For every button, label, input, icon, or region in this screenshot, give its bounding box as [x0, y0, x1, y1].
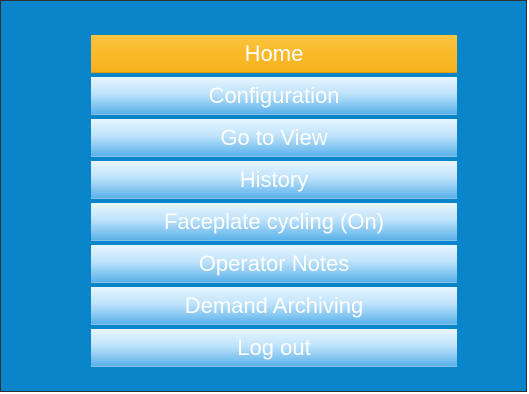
menu-item-faceplate-cycling[interactable]: Faceplate cycling (On): [91, 203, 457, 241]
menu-item-demand-archiving[interactable]: Demand Archiving: [91, 287, 457, 325]
menu-item-label: Faceplate cycling (On): [163, 208, 385, 234]
menu-item-label: Home: [244, 40, 304, 66]
menu-item-operator-notes[interactable]: Operator Notes: [91, 245, 457, 283]
menu-item-configuration[interactable]: Configuration: [91, 77, 457, 115]
menu-item-label: Configuration: [208, 82, 340, 108]
menu-item-home[interactable]: Home: [91, 35, 457, 73]
menu-item-label: History: [239, 166, 309, 192]
menu-item-label: Demand Archiving: [184, 292, 364, 318]
main-screen: Home Configuration Go to View History Fa…: [0, 0, 527, 392]
menu-item-log-out[interactable]: Log out: [91, 329, 457, 367]
menu-item-history[interactable]: History: [91, 161, 457, 199]
menu-item-go-to-view[interactable]: Go to View: [91, 119, 457, 157]
menu-item-label: Go to View: [220, 124, 328, 150]
menu-item-label: Operator Notes: [198, 250, 350, 276]
menu-item-label: Log out: [237, 334, 311, 360]
main-menu: Home Configuration Go to View History Fa…: [91, 35, 457, 367]
